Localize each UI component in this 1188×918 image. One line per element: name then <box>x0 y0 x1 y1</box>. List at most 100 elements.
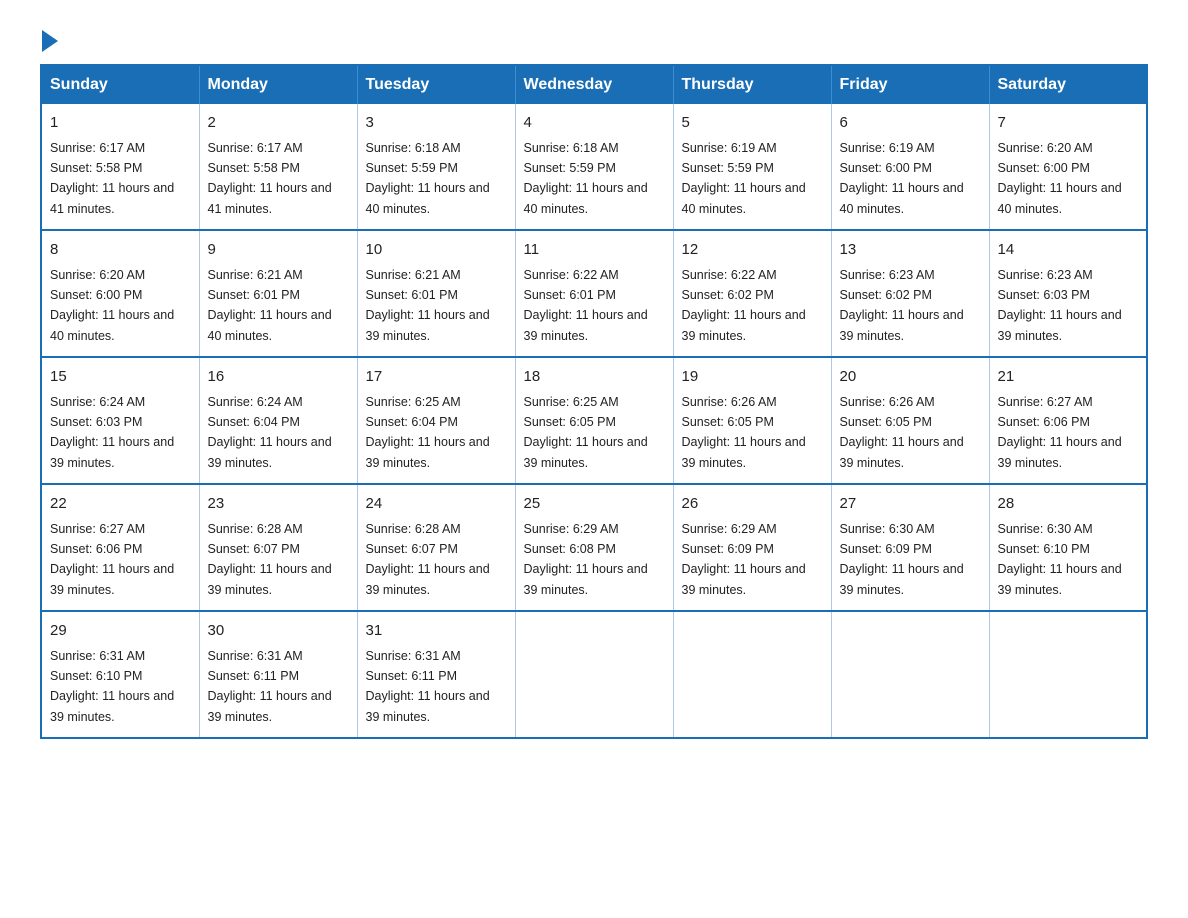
calendar-cell: 29 Sunrise: 6:31 AMSunset: 6:10 PMDaylig… <box>41 611 199 738</box>
day-number: 9 <box>208 239 349 262</box>
calendar-cell: 22 Sunrise: 6:27 AMSunset: 6:06 PMDaylig… <box>41 484 199 611</box>
calendar-cell: 25 Sunrise: 6:29 AMSunset: 6:08 PMDaylig… <box>515 484 673 611</box>
calendar-cell: 16 Sunrise: 6:24 AMSunset: 6:04 PMDaylig… <box>199 357 357 484</box>
day-info: Sunrise: 6:24 AMSunset: 6:04 PMDaylight:… <box>208 395 332 470</box>
day-info: Sunrise: 6:26 AMSunset: 6:05 PMDaylight:… <box>682 395 806 470</box>
day-info: Sunrise: 6:23 AMSunset: 6:02 PMDaylight:… <box>840 268 964 343</box>
day-info: Sunrise: 6:26 AMSunset: 6:05 PMDaylight:… <box>840 395 964 470</box>
calendar-cell <box>673 611 831 738</box>
day-number: 15 <box>50 366 191 389</box>
day-info: Sunrise: 6:25 AMSunset: 6:05 PMDaylight:… <box>524 395 648 470</box>
calendar-cell: 15 Sunrise: 6:24 AMSunset: 6:03 PMDaylig… <box>41 357 199 484</box>
calendar-cell: 23 Sunrise: 6:28 AMSunset: 6:07 PMDaylig… <box>199 484 357 611</box>
day-info: Sunrise: 6:24 AMSunset: 6:03 PMDaylight:… <box>50 395 174 470</box>
day-number: 28 <box>998 493 1139 516</box>
day-info: Sunrise: 6:20 AMSunset: 6:00 PMDaylight:… <box>50 268 174 343</box>
calendar-cell <box>831 611 989 738</box>
calendar-cell: 9 Sunrise: 6:21 AMSunset: 6:01 PMDayligh… <box>199 230 357 357</box>
calendar-cell: 21 Sunrise: 6:27 AMSunset: 6:06 PMDaylig… <box>989 357 1147 484</box>
day-info: Sunrise: 6:18 AMSunset: 5:59 PMDaylight:… <box>366 141 490 216</box>
day-info: Sunrise: 6:27 AMSunset: 6:06 PMDaylight:… <box>998 395 1122 470</box>
day-number: 4 <box>524 112 665 135</box>
page-header <box>40 30 1148 44</box>
day-info: Sunrise: 6:29 AMSunset: 6:08 PMDaylight:… <box>524 522 648 597</box>
day-number: 11 <box>524 239 665 262</box>
day-info: Sunrise: 6:27 AMSunset: 6:06 PMDaylight:… <box>50 522 174 597</box>
day-number: 14 <box>998 239 1139 262</box>
calendar-cell <box>989 611 1147 738</box>
day-info: Sunrise: 6:18 AMSunset: 5:59 PMDaylight:… <box>524 141 648 216</box>
calendar-cell: 24 Sunrise: 6:28 AMSunset: 6:07 PMDaylig… <box>357 484 515 611</box>
day-number: 29 <box>50 620 191 643</box>
day-number: 27 <box>840 493 981 516</box>
calendar-cell: 8 Sunrise: 6:20 AMSunset: 6:00 PMDayligh… <box>41 230 199 357</box>
day-info: Sunrise: 6:19 AMSunset: 6:00 PMDaylight:… <box>840 141 964 216</box>
calendar-day-header: Sunday <box>41 65 199 104</box>
day-info: Sunrise: 6:31 AMSunset: 6:11 PMDaylight:… <box>208 649 332 724</box>
day-number: 7 <box>998 112 1139 135</box>
day-number: 2 <box>208 112 349 135</box>
day-number: 19 <box>682 366 823 389</box>
day-info: Sunrise: 6:30 AMSunset: 6:09 PMDaylight:… <box>840 522 964 597</box>
calendar-week-row: 1 Sunrise: 6:17 AMSunset: 5:58 PMDayligh… <box>41 104 1147 230</box>
calendar-cell: 27 Sunrise: 6:30 AMSunset: 6:09 PMDaylig… <box>831 484 989 611</box>
day-info: Sunrise: 6:22 AMSunset: 6:02 PMDaylight:… <box>682 268 806 343</box>
day-info: Sunrise: 6:17 AMSunset: 5:58 PMDaylight:… <box>208 141 332 216</box>
calendar-cell: 26 Sunrise: 6:29 AMSunset: 6:09 PMDaylig… <box>673 484 831 611</box>
calendar-cell: 31 Sunrise: 6:31 AMSunset: 6:11 PMDaylig… <box>357 611 515 738</box>
day-number: 1 <box>50 112 191 135</box>
day-info: Sunrise: 6:19 AMSunset: 5:59 PMDaylight:… <box>682 141 806 216</box>
day-number: 22 <box>50 493 191 516</box>
logo <box>40 30 60 44</box>
day-info: Sunrise: 6:30 AMSunset: 6:10 PMDaylight:… <box>998 522 1122 597</box>
calendar-day-header: Wednesday <box>515 65 673 104</box>
calendar-day-header: Monday <box>199 65 357 104</box>
calendar-day-header: Saturday <box>989 65 1147 104</box>
calendar-cell: 30 Sunrise: 6:31 AMSunset: 6:11 PMDaylig… <box>199 611 357 738</box>
calendar-cell: 1 Sunrise: 6:17 AMSunset: 5:58 PMDayligh… <box>41 104 199 230</box>
day-number: 3 <box>366 112 507 135</box>
logo-chevron-icon <box>42 30 58 52</box>
day-info: Sunrise: 6:21 AMSunset: 6:01 PMDaylight:… <box>366 268 490 343</box>
day-number: 17 <box>366 366 507 389</box>
calendar-cell: 11 Sunrise: 6:22 AMSunset: 6:01 PMDaylig… <box>515 230 673 357</box>
day-number: 12 <box>682 239 823 262</box>
day-number: 8 <box>50 239 191 262</box>
day-number: 30 <box>208 620 349 643</box>
day-info: Sunrise: 6:29 AMSunset: 6:09 PMDaylight:… <box>682 522 806 597</box>
calendar-cell: 2 Sunrise: 6:17 AMSunset: 5:58 PMDayligh… <box>199 104 357 230</box>
day-number: 16 <box>208 366 349 389</box>
day-number: 13 <box>840 239 981 262</box>
calendar-cell: 4 Sunrise: 6:18 AMSunset: 5:59 PMDayligh… <box>515 104 673 230</box>
calendar-header-row: SundayMondayTuesdayWednesdayThursdayFrid… <box>41 65 1147 104</box>
calendar-cell: 19 Sunrise: 6:26 AMSunset: 6:05 PMDaylig… <box>673 357 831 484</box>
calendar-cell: 18 Sunrise: 6:25 AMSunset: 6:05 PMDaylig… <box>515 357 673 484</box>
day-number: 26 <box>682 493 823 516</box>
day-number: 18 <box>524 366 665 389</box>
calendar-week-row: 22 Sunrise: 6:27 AMSunset: 6:06 PMDaylig… <box>41 484 1147 611</box>
calendar-cell: 28 Sunrise: 6:30 AMSunset: 6:10 PMDaylig… <box>989 484 1147 611</box>
calendar-cell: 14 Sunrise: 6:23 AMSunset: 6:03 PMDaylig… <box>989 230 1147 357</box>
calendar-day-header: Friday <box>831 65 989 104</box>
calendar-cell: 17 Sunrise: 6:25 AMSunset: 6:04 PMDaylig… <box>357 357 515 484</box>
calendar-day-header: Tuesday <box>357 65 515 104</box>
calendar-cell: 12 Sunrise: 6:22 AMSunset: 6:02 PMDaylig… <box>673 230 831 357</box>
day-info: Sunrise: 6:25 AMSunset: 6:04 PMDaylight:… <box>366 395 490 470</box>
calendar-table: SundayMondayTuesdayWednesdayThursdayFrid… <box>40 64 1148 739</box>
calendar-cell: 6 Sunrise: 6:19 AMSunset: 6:00 PMDayligh… <box>831 104 989 230</box>
day-number: 10 <box>366 239 507 262</box>
calendar-cell: 3 Sunrise: 6:18 AMSunset: 5:59 PMDayligh… <box>357 104 515 230</box>
calendar-cell: 20 Sunrise: 6:26 AMSunset: 6:05 PMDaylig… <box>831 357 989 484</box>
day-number: 5 <box>682 112 823 135</box>
day-number: 23 <box>208 493 349 516</box>
day-info: Sunrise: 6:20 AMSunset: 6:00 PMDaylight:… <box>998 141 1122 216</box>
day-number: 31 <box>366 620 507 643</box>
calendar-cell: 7 Sunrise: 6:20 AMSunset: 6:00 PMDayligh… <box>989 104 1147 230</box>
calendar-cell: 5 Sunrise: 6:19 AMSunset: 5:59 PMDayligh… <box>673 104 831 230</box>
day-info: Sunrise: 6:28 AMSunset: 6:07 PMDaylight:… <box>208 522 332 597</box>
calendar-cell: 13 Sunrise: 6:23 AMSunset: 6:02 PMDaylig… <box>831 230 989 357</box>
calendar-week-row: 15 Sunrise: 6:24 AMSunset: 6:03 PMDaylig… <box>41 357 1147 484</box>
day-number: 24 <box>366 493 507 516</box>
day-number: 6 <box>840 112 981 135</box>
calendar-week-row: 8 Sunrise: 6:20 AMSunset: 6:00 PMDayligh… <box>41 230 1147 357</box>
